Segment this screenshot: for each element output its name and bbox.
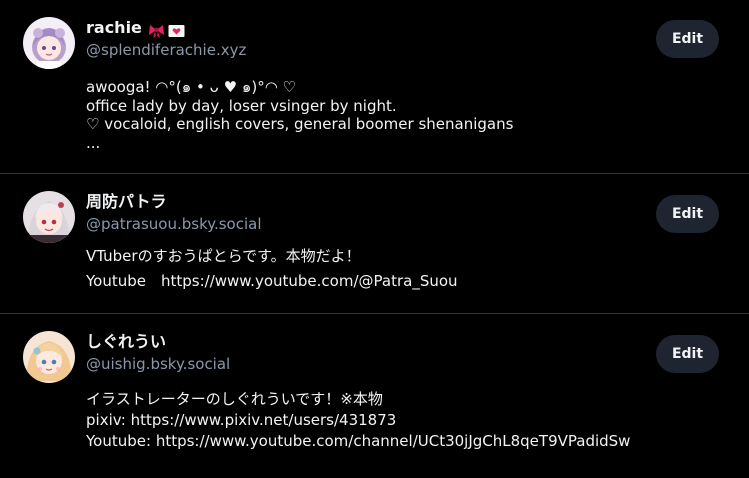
edit-button[interactable]: Edit: [656, 195, 719, 233]
edit-button[interactable]: Edit: [656, 335, 719, 373]
bio-line: office lady by day, loser vsinger by nig…: [86, 96, 397, 115]
display-name[interactable]: しぐれうい: [86, 331, 166, 353]
profile-list: rachie @splendiferachie.xyz Edit awooga!…: [0, 0, 749, 478]
bio-line: イラストレーターのしぐれういです！※本物: [86, 390, 383, 408]
edit-button[interactable]: Edit: [656, 20, 719, 58]
avatar[interactable]: [23, 331, 75, 383]
bio: VTuberのすおうぱとらです。本物だよ！ Youtube https://ww…: [86, 246, 458, 296]
bio-line: ...: [86, 133, 101, 152]
bio: awooga! ◠°(๑ • ᴗ ♥ ๑)°◠ ♡ office lady by…: [86, 77, 514, 152]
bio-line: pixiv: https://www.pixiv.net/users/43187…: [86, 411, 397, 429]
bio: イラストレーターのしぐれういです！※本物 pixiv: https://www.…: [86, 389, 630, 452]
avatar[interactable]: [23, 17, 75, 69]
bio-line: Youtube https://www.youtube.com/@Patra_S…: [86, 272, 458, 290]
display-name[interactable]: rachie: [86, 17, 188, 41]
bio-line: Youtube: https://www.youtube.com/channel…: [86, 432, 631, 450]
display-name[interactable]: 周防パトラ: [86, 191, 166, 213]
bio-line: VTuberのすおうぱとらです。本物だよ！: [86, 247, 361, 265]
ribbon-icon: [148, 24, 164, 38]
profile-card[interactable]: しぐれうい @uishig.bsky.social Edit イラストレーターの…: [0, 314, 749, 478]
avatar[interactable]: [23, 191, 75, 243]
bio-line: ♡ vocaloid, english covers, general boom…: [86, 115, 514, 133]
name-emoji-badges: [148, 19, 188, 41]
handle[interactable]: @splendiferachie.xyz: [86, 40, 246, 60]
heart-letter-icon: [168, 24, 185, 37]
handle[interactable]: @uishig.bsky.social: [86, 354, 230, 374]
handle[interactable]: @patrasuou.bsky.social: [86, 214, 262, 234]
profile-card[interactable]: 周防パトラ @patrasuou.bsky.social Edit VTuber…: [0, 174, 749, 314]
profile-card[interactable]: rachie @splendiferachie.xyz Edit awooga!…: [0, 0, 749, 174]
bio-line: awooga! ◠°(๑ • ᴗ ♥ ๑)°◠ ♡: [86, 78, 296, 96]
